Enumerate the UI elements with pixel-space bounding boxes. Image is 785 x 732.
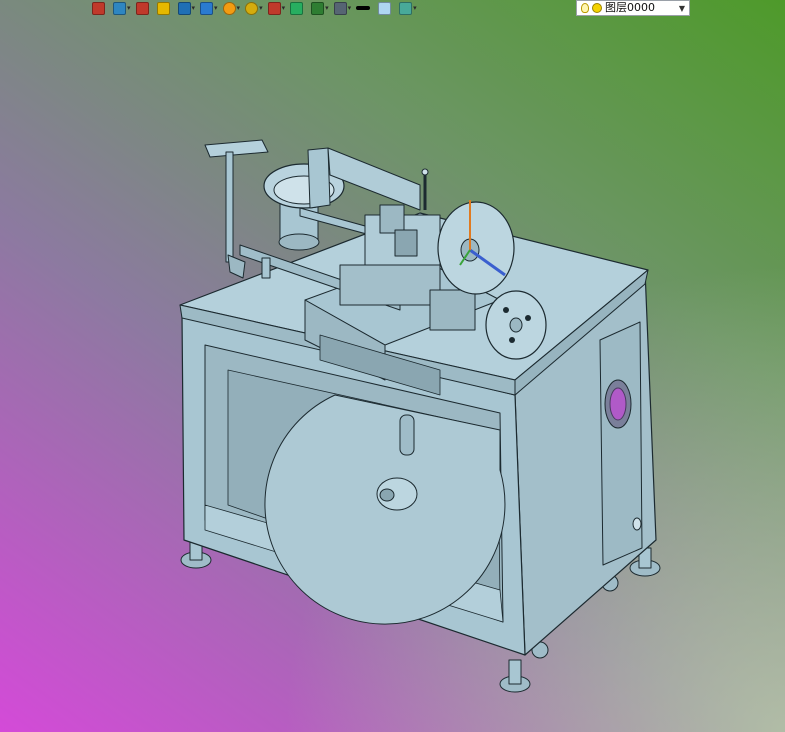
magnifier-button[interactable]: ▾ bbox=[245, 0, 266, 16]
frame-button[interactable] bbox=[290, 0, 304, 16]
pencil-icon bbox=[135, 1, 149, 15]
chevron-down-icon[interactable]: ▾ bbox=[325, 0, 329, 16]
section-plane-button[interactable]: ▾ bbox=[267, 0, 289, 16]
section-plane-icon bbox=[267, 1, 281, 15]
frame-icon bbox=[290, 1, 304, 15]
chevron-down-icon[interactable]: ▾ bbox=[259, 0, 263, 16]
color-wheel-icon bbox=[222, 1, 236, 15]
layer-dropdown[interactable]: 图层0000 ▼ bbox=[576, 0, 690, 16]
color-wheel-button[interactable]: ▾ bbox=[222, 0, 244, 16]
large-reel bbox=[264, 394, 506, 625]
color-swatch-button[interactable]: ▾ bbox=[311, 0, 332, 16]
layer-stack-button[interactable]: ▾ bbox=[399, 0, 420, 16]
cube-icon bbox=[177, 1, 191, 15]
pencil-button[interactable] bbox=[135, 0, 149, 16]
layer-stack-icon bbox=[399, 1, 413, 15]
chevron-down-icon[interactable]: ▾ bbox=[127, 0, 131, 16]
chevron-down-icon[interactable]: ▾ bbox=[282, 0, 286, 16]
toolbar: ▾ ▾ ▾ ▾ ▾ ▾ ▾ ▾ ▾ bbox=[92, 0, 420, 16]
layer-color-icon[interactable] bbox=[592, 3, 602, 13]
light-bulb-icon bbox=[113, 1, 126, 15]
box-yellow-icon bbox=[156, 1, 170, 15]
layer-visibility-icon[interactable] bbox=[581, 3, 589, 13]
chevron-down-icon[interactable]: ▾ bbox=[192, 0, 196, 16]
line-weight-button[interactable] bbox=[356, 0, 371, 16]
box-yellow-button[interactable] bbox=[156, 0, 170, 16]
cube-shaded-button[interactable]: ▾ bbox=[200, 0, 221, 16]
display-mode-icon bbox=[333, 1, 347, 15]
display-mode-button[interactable]: ▾ bbox=[333, 0, 355, 16]
chevron-down-icon[interactable]: ▼ bbox=[675, 4, 689, 13]
fill-color-button[interactable] bbox=[378, 0, 392, 16]
chevron-down-icon[interactable]: ▾ bbox=[413, 0, 417, 16]
light-bulb-button[interactable]: ▾ bbox=[113, 0, 134, 16]
fill-color-icon bbox=[378, 1, 392, 15]
3d-viewport[interactable]: ▾ ▾ ▾ ▾ ▾ ▾ ▾ ▾ ▾ 图层0000 ▼ bbox=[0, 0, 785, 732]
new-view-button[interactable] bbox=[92, 0, 105, 16]
cube-shaded-icon bbox=[200, 1, 214, 15]
color-swatch-icon bbox=[311, 1, 325, 15]
cube-button[interactable]: ▾ bbox=[177, 0, 199, 16]
rear-reel bbox=[437, 200, 515, 295]
line-weight-icon bbox=[356, 6, 371, 10]
chevron-down-icon[interactable]: ▾ bbox=[348, 0, 352, 16]
vibratory-bowl bbox=[263, 163, 345, 251]
chevron-down-icon[interactable]: ▾ bbox=[237, 0, 241, 16]
new-view-icon bbox=[92, 1, 105, 15]
front-reel bbox=[485, 290, 547, 360]
magnifier-icon bbox=[245, 1, 259, 15]
chevron-down-icon[interactable]: ▾ bbox=[214, 0, 218, 16]
machine-model[interactable] bbox=[0, 0, 785, 732]
layer-name: 图层0000 bbox=[605, 1, 655, 14]
